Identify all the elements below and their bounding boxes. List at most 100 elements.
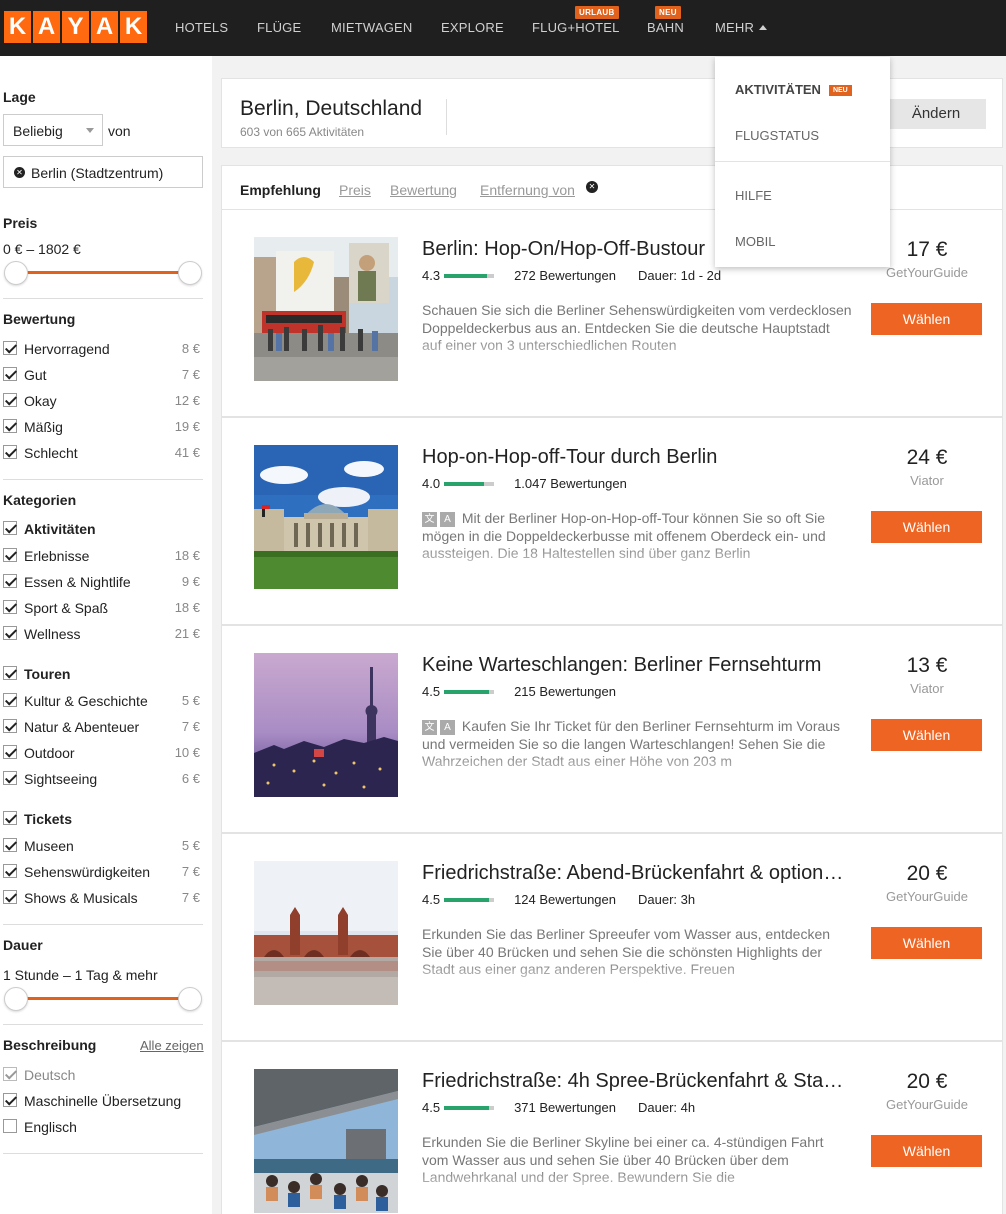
price-slider-track[interactable] [14,271,190,274]
filter-okay[interactable]: Okay 12 € [3,391,200,411]
select-button[interactable]: Wählen [871,719,982,751]
filter-schlecht[interactable]: Schlecht 41 € [3,443,200,463]
filter-label: Mäßig [24,419,63,435]
result-card[interactable]: Hop-on-Hop-off-Tour durch Berlin 4.0 1.0… [221,417,1003,625]
checkbox[interactable] [3,341,17,355]
filter-kultur-geschichte[interactable]: Kultur & Geschichte 5 € [3,691,200,711]
checkbox[interactable] [3,626,17,640]
location-field[interactable]: ✕ Berlin (Stadtzentrum) [3,156,203,188]
select-button[interactable]: Wählen [871,511,982,543]
activity-title[interactable]: Friedrichstraße: 4h Spree-Brückenfahrt &… [422,1070,852,1093]
change-search-button[interactable]: Ändern [886,99,986,129]
checkbox[interactable] [3,890,17,904]
select-button[interactable]: Wählen [871,303,982,335]
activity-photo[interactable] [254,861,398,1005]
filter-maschinelle-uebersetzung[interactable]: Maschinelle Übersetzung [3,1091,200,1111]
activity-title[interactable]: Hop-on-Hop-off-Tour durch Berlin [422,446,852,469]
checkbox[interactable] [3,771,17,785]
checkbox[interactable] [3,745,17,759]
checkbox[interactable] [3,864,17,878]
filter-aktivitaeten[interactable]: Aktivitäten [3,519,200,539]
activity-title[interactable]: Friedrichstraße: Abend-Brückenfahrt & op… [422,862,852,885]
filter-label: Museen [24,838,74,854]
filter-touren[interactable]: Touren [3,664,200,684]
checkbox[interactable] [3,811,17,825]
nav-flug-hotel[interactable]: FLUG+HOTEL [532,20,620,35]
select-button[interactable]: Wählen [871,1135,982,1167]
checkbox[interactable] [3,548,17,562]
result-card[interactable]: Friedrichstraße: 4h Spree-Brückenfahrt &… [221,1041,1003,1214]
checkbox[interactable] [3,574,17,588]
filter-price: 12 € [174,393,200,408]
nav-explore[interactable]: EXPLORE [441,20,504,35]
menu-item-hilfe[interactable]: HILFE [735,188,772,203]
checkbox[interactable] [3,1093,17,1107]
alle-zeigen-link[interactable]: Alle zeigen [140,1038,204,1053]
filter-tickets[interactable]: Tickets [3,809,200,829]
von-label: von [108,123,131,139]
filter-natur-abenteuer[interactable]: Natur & Abenteuer 7 € [3,717,200,737]
rating-bar [444,273,495,278]
duration-slider-max-handle[interactable] [178,987,202,1011]
remove-location-icon[interactable]: ✕ [14,167,25,178]
duration-slider-track[interactable] [14,997,190,1000]
activity-photo[interactable] [254,1069,398,1213]
checkbox[interactable] [3,719,17,733]
filter-gut[interactable]: Gut 7 € [3,365,200,385]
menu-item-aktivitaeten[interactable]: AKTIVITÄTEN NEU [735,82,852,97]
filter-hervorragend[interactable]: Hervorragend 8 € [3,339,200,359]
nav-mietwagen[interactable]: MIETWAGEN [331,20,412,35]
select-button[interactable]: Wählen [871,927,982,959]
result-card[interactable]: Keine Warteschlangen: Berliner Fernsehtu… [221,625,1003,833]
rating-bar [444,897,495,902]
checkbox[interactable] [3,838,17,852]
nav-bahn[interactable]: BAHN [647,20,684,35]
activity-title[interactable]: Keine Warteschlangen: Berliner Fernsehtu… [422,654,852,677]
activity-photo[interactable] [254,445,398,589]
checkbox[interactable] [3,445,17,459]
filter-sport-spass[interactable]: Sport & Spaß 18 € [3,598,200,618]
filter-label: Essen & Nightlife [24,574,131,590]
price-slider-max-handle[interactable] [178,261,202,285]
checkbox[interactable] [3,393,17,407]
filter-essen-nightlife[interactable]: Essen & Nightlife 9 € [3,572,200,592]
kayak-logo[interactable]: K A Y A K [4,11,147,43]
checkbox[interactable] [3,419,17,433]
checkbox[interactable] [3,666,17,680]
nav-hotels[interactable]: HOTELS [175,20,228,35]
activity-photo[interactable] [254,237,398,381]
sort-bewertung[interactable]: Bewertung [390,182,457,198]
filter-sehenswuerdigkeiten[interactable]: Sehenswürdigkeiten 7 € [3,862,200,882]
checkbox[interactable] [3,600,17,614]
price-slider-min-handle[interactable] [4,261,28,285]
filter-erlebnisse[interactable]: Erlebnisse 18 € [3,546,200,566]
lage-select[interactable]: Beliebig [3,114,103,146]
filter-shows-musicals[interactable]: Shows & Musicals 7 € [3,888,200,908]
duration-slider-min-handle[interactable] [4,987,28,1011]
filter-sightseeing[interactable]: Sightseeing 6 € [3,769,200,789]
divider [715,161,890,162]
description-text: Erkunden Sie die Berliner Skyline bei ei… [422,1134,824,1185]
filter-maessig[interactable]: Mäßig 19 € [3,417,200,437]
filter-wellness[interactable]: Wellness 21 € [3,624,200,644]
filter-museen[interactable]: Museen 5 € [3,836,200,856]
nav-fluege[interactable]: FLÜGE [257,20,301,35]
checkbox[interactable] [3,367,17,381]
result-card[interactable]: Friedrichstraße: Abend-Brückenfahrt & op… [221,833,1003,1041]
filter-englisch[interactable]: Englisch [3,1117,200,1137]
activity-photo[interactable] [254,653,398,797]
filter-outdoor[interactable]: Outdoor 10 € [3,743,200,763]
translate-icon: 文 [422,512,437,527]
checkbox[interactable] [3,693,17,707]
menu-item-flugstatus[interactable]: FLUGSTATUS [735,128,819,143]
sort-entfernung[interactable]: Entfernung von [480,182,575,198]
nav-mehr[interactable]: MEHR [715,20,768,35]
menu-item-mobil[interactable]: MOBIL [735,234,775,249]
filter-label: Erlebnisse [24,548,90,564]
checkbox[interactable] [3,1119,17,1133]
translate-icon: 文 [422,720,437,735]
sort-empfehlung[interactable]: Empfehlung [240,182,321,198]
filter-label: Englisch [24,1119,77,1135]
sort-preis[interactable]: Preis [339,182,371,198]
checkbox[interactable] [3,521,17,535]
